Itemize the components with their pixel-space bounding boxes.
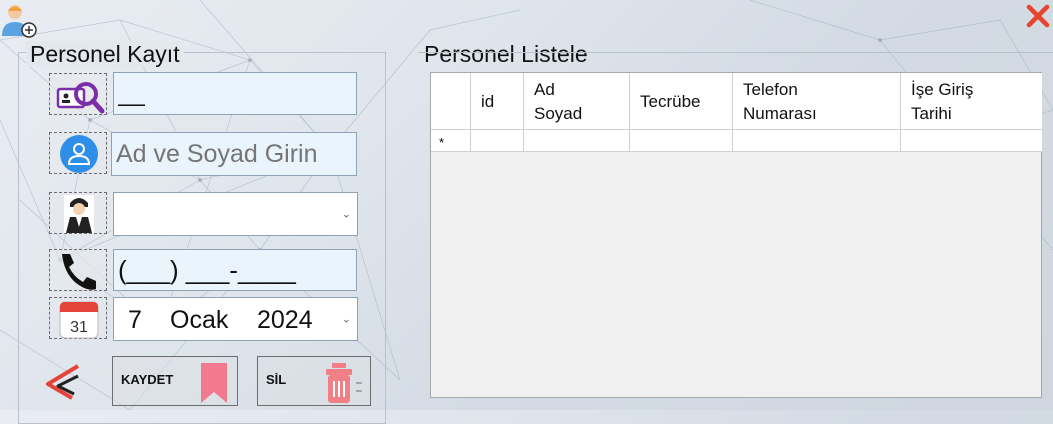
user-add-icon	[2, 5, 37, 38]
column-header-ise-giris[interactable]: İşe Giriş Tarihi	[901, 73, 1042, 130]
calendar-icon-box: 31	[49, 297, 107, 339]
trash-icon	[326, 363, 362, 403]
personel-listele-divider	[418, 52, 1053, 53]
new-row-cell-ad-soyad[interactable]	[524, 130, 630, 152]
chevron-down-icon: ⌄	[341, 313, 351, 326]
column-header-id[interactable]: id	[471, 73, 524, 130]
date-year[interactable]: 2024	[257, 306, 313, 335]
svg-text:31: 31	[70, 319, 88, 336]
row-header-corner	[431, 73, 471, 130]
new-row-cell-ise-giris[interactable]	[901, 130, 1042, 152]
delete-button-label: SİL	[266, 372, 287, 387]
new-row-header[interactable]: *	[431, 130, 471, 152]
worker-avatar-icon	[64, 195, 94, 233]
chevron-down-icon: ⌄	[341, 208, 351, 221]
personel-listele-title: Personel Listele	[424, 41, 588, 67]
delete-button[interactable]: SİL	[257, 356, 371, 406]
save-button-label: KAYDET	[121, 372, 174, 387]
bookmark-icon	[201, 363, 227, 403]
worker-avatar-icon-box	[49, 192, 107, 234]
date-day[interactable]: 7	[128, 306, 142, 335]
new-row-cell-id[interactable]	[471, 130, 524, 152]
close-icon	[1026, 4, 1050, 28]
phone-icon-box	[49, 249, 107, 291]
back-arrow-icon	[46, 364, 80, 400]
date-picker[interactable]: 7 Ocak 2024 ⌄	[113, 297, 358, 341]
name-surname-field[interactable]	[111, 132, 357, 176]
personel-data-grid[interactable]: id Ad Soyad Tecrübe Telefon Numarası İşe…	[430, 72, 1042, 398]
column-header-telefon[interactable]: Telefon Numarası	[733, 73, 901, 130]
id-search-icon-box	[49, 73, 107, 115]
experience-select[interactable]: ⌄	[113, 192, 358, 236]
save-button[interactable]: KAYDET	[112, 356, 238, 406]
new-row-cell-tecrube[interactable]	[630, 130, 733, 152]
date-month[interactable]: Ocak	[170, 306, 228, 335]
new-row-cell-telefon[interactable]	[733, 130, 901, 152]
id-field[interactable]	[113, 72, 357, 115]
personel-kayit-title: Personel Kayıt	[26, 41, 184, 67]
phone-icon	[62, 254, 96, 290]
column-header-ad-soyad[interactable]: Ad Soyad	[524, 73, 630, 130]
back-button[interactable]	[42, 360, 84, 402]
person-icon	[60, 135, 98, 173]
person-icon-box	[49, 132, 107, 174]
id-search-icon	[56, 82, 105, 114]
column-header-tecrube[interactable]: Tecrübe	[630, 73, 733, 130]
close-button[interactable]	[1024, 2, 1052, 30]
phone-field[interactable]	[113, 249, 357, 291]
calendar-icon: 31	[59, 301, 99, 339]
